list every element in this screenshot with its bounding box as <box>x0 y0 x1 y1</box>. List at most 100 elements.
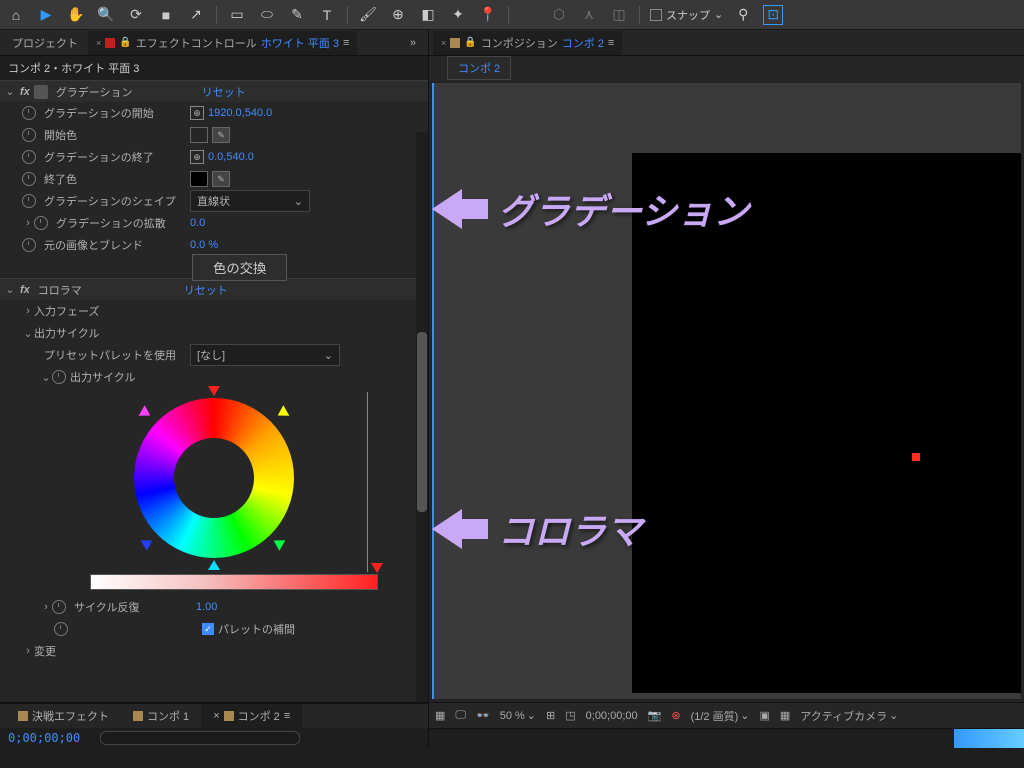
twirl-down-icon[interactable]: ⌄ <box>22 327 34 340</box>
twirl-down-icon[interactable]: ⌄ <box>4 283 16 296</box>
stopwatch-icon[interactable] <box>22 194 36 208</box>
color-wheel[interactable] <box>134 398 294 558</box>
search-input[interactable] <box>100 731 300 745</box>
close-icon[interactable]: × <box>441 38 446 48</box>
puppet-tool-icon[interactable]: 📍 <box>478 5 498 25</box>
eyedropper-icon[interactable]: ✎ <box>212 171 230 187</box>
hand-tool-icon[interactable]: ✋ <box>66 5 86 25</box>
wheel-handle-icon[interactable] <box>275 405 290 420</box>
prop-input-phase[interactable]: › 入力フェーズ <box>0 300 428 322</box>
effect-controls-tab[interactable]: × 🔒 エフェクトコントロール ホワイト 平面 3 ≡ <box>88 31 357 55</box>
wheel-handle-icon[interactable] <box>141 535 156 550</box>
comp-breadcrumb[interactable]: コンポ 2 <box>447 56 511 80</box>
swap-colors-button[interactable]: 色の交換 <box>192 254 287 281</box>
clone-tool-icon[interactable]: ⊕ <box>388 5 408 25</box>
time-display[interactable]: 0;00;00;00 <box>586 710 638 722</box>
checkbox-checked-icon[interactable]: ✓ <box>202 623 214 635</box>
menu-icon[interactable]: ≡ <box>608 37 614 49</box>
reset-link[interactable]: リセット <box>184 282 228 298</box>
stopwatch-icon[interactable] <box>22 238 36 252</box>
menu-icon[interactable]: ≡ <box>284 710 290 722</box>
magnet-icon[interactable]: ⚲ <box>733 5 753 25</box>
prop-modify[interactable]: › 変更 <box>0 640 428 662</box>
stopwatch-icon[interactable] <box>22 106 36 120</box>
guides-icon[interactable]: ◳ <box>565 709 575 722</box>
eyedropper-icon[interactable]: ✎ <box>212 127 230 143</box>
color-swatch[interactable] <box>190 127 208 143</box>
timeline-ruler[interactable] <box>429 728 1024 748</box>
fx-badge-icon[interactable]: fx <box>20 86 30 98</box>
twirl-right-icon[interactable]: › <box>22 305 34 317</box>
grid-icon[interactable]: ▦ <box>435 709 445 722</box>
snapshot-icon[interactable]: 📷 <box>648 709 662 722</box>
camera-tool-icon[interactable]: ■ <box>156 5 176 25</box>
camera-dropdown[interactable]: アクティブカメラ ⌄ <box>800 708 898 724</box>
lock-icon[interactable]: 🔒 <box>119 37 131 48</box>
transparency-icon[interactable]: ▦ <box>780 709 790 722</box>
twirl-right-icon[interactable]: › <box>22 645 34 657</box>
twirl-down-icon[interactable]: ⌄ <box>40 371 52 384</box>
scrollbar-thumb[interactable] <box>417 332 427 512</box>
crosshair-icon[interactable]: ⊕ <box>190 150 204 164</box>
twirl-right-icon[interactable]: › <box>40 601 52 613</box>
eraser-tool-icon[interactable]: ◧ <box>418 5 438 25</box>
menu-icon[interactable]: ≡ <box>343 37 349 49</box>
ruler-icon[interactable]: ⊞ <box>546 709 555 722</box>
channel-icon[interactable]: ⊛ <box>671 709 680 722</box>
preset-dropdown[interactable]: [なし]⌄ <box>190 344 340 366</box>
point-value[interactable]: 0.0,540.0 <box>208 151 254 163</box>
pan-behind-icon[interactable]: ↗ <box>186 5 206 25</box>
project-tab[interactable]: プロジェクト <box>4 31 86 55</box>
more-tabs[interactable]: » <box>402 33 424 53</box>
display-icon[interactable]: 🖵 <box>455 709 466 722</box>
home-icon[interactable]: ⌂ <box>6 5 26 25</box>
current-timecode[interactable]: 0;00;00;00 <box>8 731 80 745</box>
rect-tool-icon[interactable]: ▭ <box>227 5 247 25</box>
ellipse-tool-icon[interactable]: ⬭ <box>257 5 277 25</box>
fx-badge-icon[interactable]: fx <box>20 284 30 296</box>
snapping-box-icon[interactable]: ⊡ <box>763 5 783 25</box>
cycle-value[interactable]: 1.00 <box>196 601 217 613</box>
crosshair-icon[interactable]: ⊕ <box>190 106 204 120</box>
blend-value[interactable]: 0.0 % <box>190 239 218 251</box>
twirl-down-icon[interactable]: ⌄ <box>4 85 16 98</box>
zoom-tool-icon[interactable]: 🔍 <box>96 5 116 25</box>
color-wheel-control[interactable] <box>0 388 428 568</box>
wheel-handle-icon[interactable] <box>271 535 286 550</box>
type-tool-icon[interactable]: T <box>317 5 337 25</box>
stopwatch-icon[interactable] <box>54 622 68 636</box>
stopwatch-icon[interactable] <box>22 172 36 186</box>
comp-link[interactable]: コンポ 2 <box>562 35 604 51</box>
fx-colorama-header[interactable]: ⌄ fx コロラマ リセット <box>0 278 428 300</box>
timeline-tab-2[interactable]: コンポ 1 <box>121 704 201 728</box>
composition-viewer[interactable]: モーラ グラデーション コロラマ <box>431 82 1022 700</box>
gradient-handle-icon[interactable] <box>371 563 383 573</box>
brush-tool-icon[interactable]: 🖌 <box>358 5 378 25</box>
region-icon[interactable]: ▣ <box>759 709 769 722</box>
stopwatch-icon[interactable] <box>52 600 66 614</box>
stopwatch-icon[interactable] <box>34 216 48 230</box>
stopwatch-icon[interactable] <box>52 370 66 384</box>
composition-tab[interactable]: × 🔒 コンポジション コンポ 2 ≡ <box>433 31 622 55</box>
selection-tool-icon[interactable]: ▶ <box>36 5 56 25</box>
fx-gradient-header[interactable]: ⌄ fx グラデーション リセット <box>0 80 428 102</box>
layer-link[interactable]: ホワイト 平面 3 <box>261 35 339 51</box>
roto-tool-icon[interactable]: ✦ <box>448 5 468 25</box>
wheel-handle-icon[interactable] <box>139 405 154 420</box>
resolution-dropdown[interactable]: (1/2 画質) ⌄ <box>691 708 750 724</box>
lock-icon[interactable]: 🔒 <box>464 37 476 48</box>
prop-output-cycle[interactable]: ⌄ 出力サイクル <box>0 322 428 344</box>
anchor-point-icon[interactable] <box>912 453 920 461</box>
work-area-bar[interactable] <box>954 729 1024 748</box>
gradient-bar[interactable] <box>90 574 378 590</box>
shape-dropdown[interactable]: 直線状⌄ <box>190 190 310 212</box>
fx-preset-icon[interactable] <box>34 85 48 99</box>
prop-output-cycle-sub[interactable]: ⌄ 出力サイクル <box>0 366 428 388</box>
pen-tool-icon[interactable]: ✎ <box>287 5 307 25</box>
reset-link[interactable]: リセット <box>202 84 246 100</box>
scrollbar[interactable] <box>416 132 428 702</box>
stopwatch-icon[interactable] <box>22 150 36 164</box>
stopwatch-icon[interactable] <box>22 128 36 142</box>
timeline-tab-3[interactable]: ×コンポ 2≡ <box>201 704 302 728</box>
color-swatch[interactable] <box>190 171 208 187</box>
